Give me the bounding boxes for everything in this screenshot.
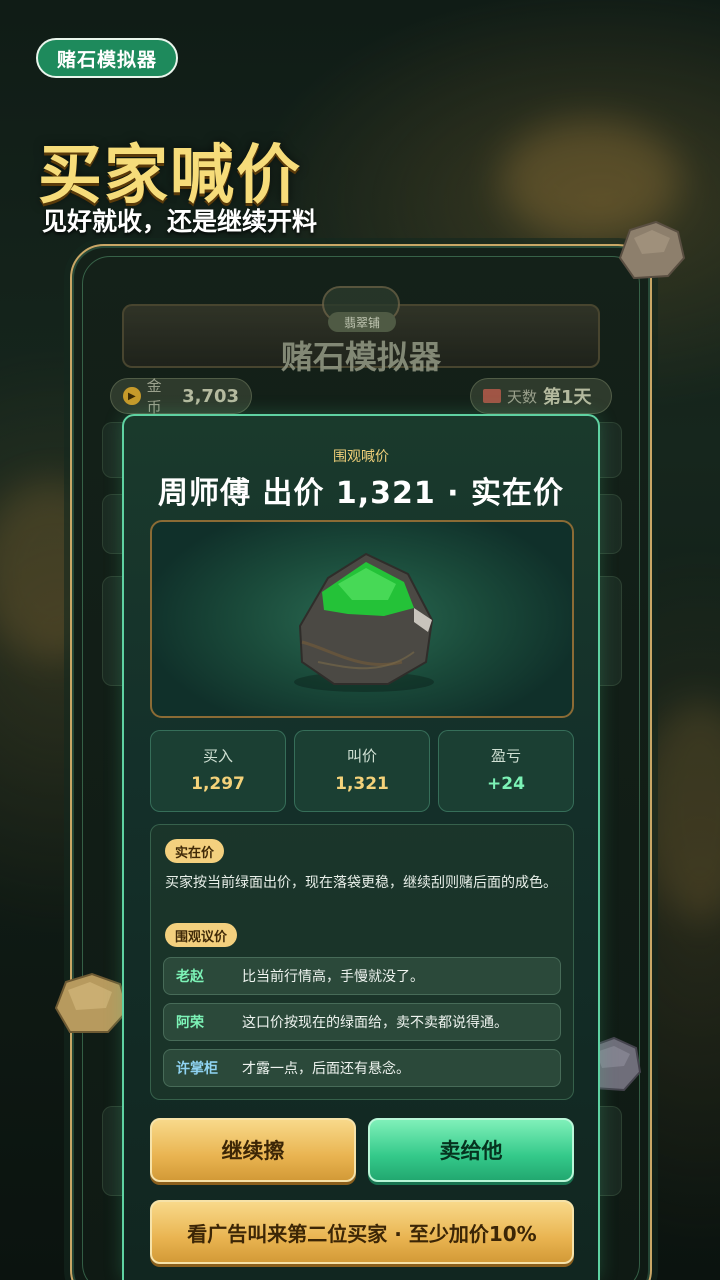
book-icon <box>483 389 501 403</box>
verdict-badge: 实在价 <box>165 839 225 863</box>
stat-profit-value: +24 <box>487 774 525 794</box>
stat-buy: 买入 1,297 <box>150 730 286 812</box>
crowd-badge: 围观议价 <box>165 923 238 947</box>
advice-text: 买家按当前绿面出价，现在落袋更稳，继续刮则赌后面的成色。 <box>165 875 557 891</box>
coins-value: 3,703 <box>182 385 239 407</box>
game-title: 赌石模拟器 <box>280 338 441 376</box>
bid-modal: 围观喊价 周师傅 出价 1,321 · 实在价 买入 1,297 叫价 1,32… <box>122 414 600 1280</box>
modal-kicker: 围观喊价 <box>333 449 389 465</box>
commenter-name: 许掌柜 <box>176 1061 218 1077</box>
stone-display <box>150 520 574 718</box>
bid-headline: 周师傅 出价 1,321 · 实在价 <box>157 476 565 511</box>
bokeh-light <box>640 700 720 920</box>
rough-stone-icon <box>618 220 686 280</box>
coins-chip: ▶ 金币 3,703 <box>110 377 252 416</box>
days-value: 第1天 <box>543 387 592 408</box>
stat-buy-value: 1,297 <box>191 774 245 794</box>
hero-subtitle: 见好就收，还是继续开料 <box>42 207 318 236</box>
coins-label: 金币 <box>146 377 162 416</box>
watch-ad-button[interactable]: 看广告叫来第二位买家 · 至少加价10% <box>150 1200 574 1264</box>
app-name-label: 赌石模拟器 <box>56 48 157 71</box>
commenter-name: 老赵 <box>176 969 204 985</box>
crowd-comment: 阿荣 这口价按现在的绿面给，卖不卖都说得通。 <box>163 1003 561 1041</box>
rough-stone-icon <box>54 972 130 1033</box>
app-name-pill: 赌石模拟器 <box>36 38 178 78</box>
coin-icon: ▶ <box>123 387 141 405</box>
stat-offer: 叫价 1,321 <box>294 730 430 812</box>
stat-profit: 盈亏 +24 <box>438 730 574 812</box>
comment-text: 这口价按现在的绿面给，卖不卖都说得通。 <box>242 1015 508 1031</box>
comment-text: 比当前行情高，手慢就没了。 <box>242 969 424 985</box>
jade-stone-icon <box>294 552 434 692</box>
stat-offer-label: 叫价 <box>346 747 377 765</box>
continue-scrape-button[interactable]: 继续擦 <box>150 1118 356 1182</box>
stat-buy-label: 买入 <box>202 747 233 765</box>
commenter-name: 阿荣 <box>176 1015 204 1031</box>
crowd-comment: 老赵 比当前行情高，手慢就没了。 <box>163 957 561 995</box>
comment-panel: 实在价 买家按当前绿面出价，现在落袋更稳，继续刮则赌后面的成色。 围观议价 老赵… <box>150 824 574 1100</box>
stat-profit-label: 盈亏 <box>490 747 521 765</box>
days-chip: 天数 第1天 <box>470 378 612 414</box>
shop-tag: 翡翠铺 <box>328 312 396 332</box>
crowd-comment: 许掌柜 才露一点，后面还有悬念。 <box>163 1049 561 1087</box>
stat-offer-value: 1,321 <box>335 774 389 794</box>
sell-button[interactable]: 卖给他 <box>368 1118 574 1182</box>
comment-text: 才露一点，后面还有悬念。 <box>242 1061 410 1077</box>
days-label: 天数 <box>507 387 538 406</box>
